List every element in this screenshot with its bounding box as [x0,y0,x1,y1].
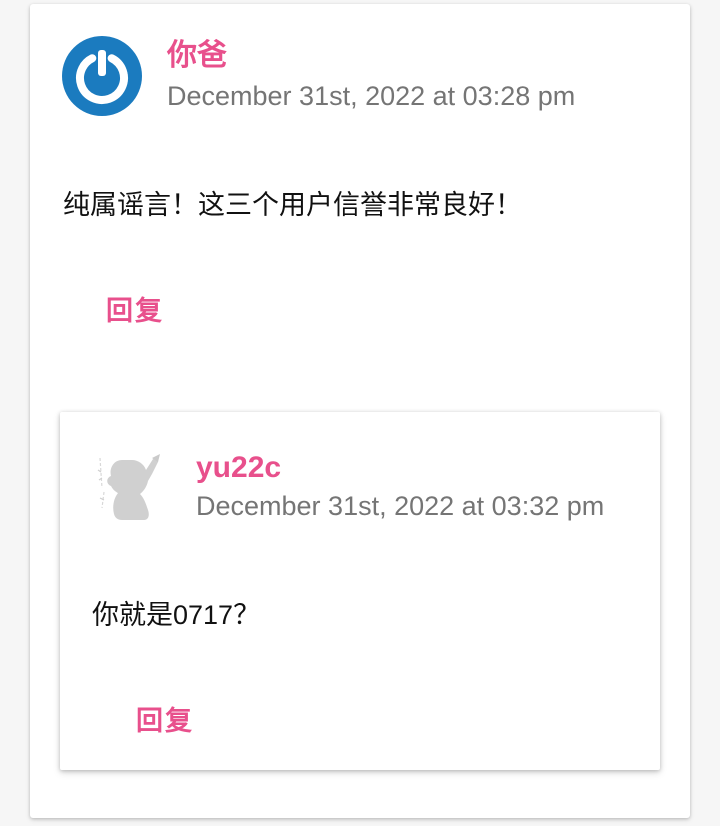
comment-date[interactable]: December 31st, 2022 at 03:28 pm [167,80,575,112]
reply-button[interactable]: 回复 [106,294,164,328]
comment-card: 你爸 December 31st, 2022 at 03:28 pm 纯属谣言！… [30,4,690,818]
reply-date[interactable]: December 31st, 2022 at 03:32 pm [196,490,604,522]
reply-text: 你就是0717？ [92,600,261,630]
reply-author[interactable]: yu22c [196,450,281,486]
power-logo-avatar-icon[interactable] [62,36,142,116]
reply-card: yu22c December 31st, 2022 at 03:32 pm 你就… [60,412,660,770]
comment-text: 纯属谣言！这三个用户信誉非常良好！ [63,190,522,220]
comment-author[interactable]: 你爸 [167,38,227,74]
reply-reply-button[interactable]: 回复 [136,704,194,738]
anime-silhouette-avatar-icon[interactable] [92,448,172,528]
